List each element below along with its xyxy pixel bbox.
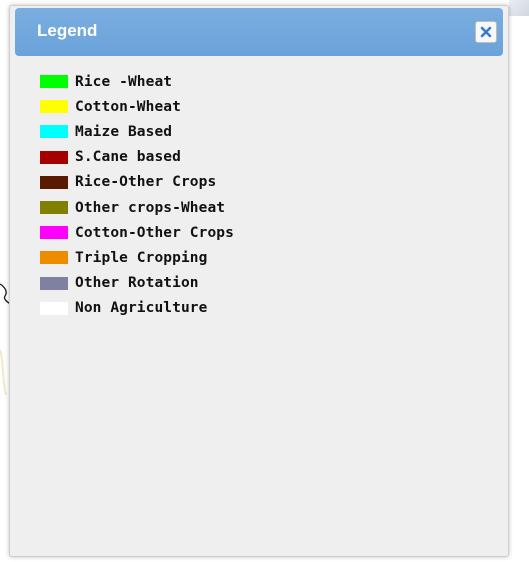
legend-label: Triple Cropping — [75, 249, 208, 266]
legend-swatch — [40, 175, 68, 189]
legend-list: Rice -Wheat Cotton-Wheat Maize Based S.Cane… — [40, 69, 234, 321]
legend-item: Cotton-Other Crops — [40, 220, 234, 245]
close-button[interactable] — [475, 21, 497, 43]
legend-swatch — [40, 75, 68, 89]
legend-swatch — [40, 201, 68, 215]
legend-swatch — [40, 276, 68, 290]
legend-swatch — [40, 125, 68, 139]
legend-swatch — [40, 150, 68, 164]
legend-label: S.Cane based — [75, 149, 181, 166]
legend-item: Other Rotation — [40, 271, 234, 296]
legend-item: Triple Cropping — [40, 245, 234, 270]
legend-label: Rice -Wheat — [75, 73, 173, 90]
legend-item: Rice -Wheat — [40, 69, 234, 94]
legend-label: Cotton-Other Crops — [75, 224, 234, 241]
legend-swatch — [40, 301, 68, 315]
legend-item: Rice-Other Crops — [40, 170, 234, 195]
legend-label: Maize Based — [75, 123, 173, 140]
title-bar: Legend — [15, 8, 503, 56]
legend-swatch — [40, 226, 68, 240]
legend-item: S.Cane based — [40, 145, 234, 170]
legend-swatch — [40, 251, 68, 265]
legend-window: Legend Rice -Wheat Cotton-Wheat Maize Base… — [9, 5, 509, 557]
legend-label: Other Rotation — [75, 275, 199, 292]
legend-item: Cotton-Wheat — [40, 94, 234, 119]
map-corner-fragment — [509, 0, 529, 16]
legend-label: Other crops-Wheat — [75, 199, 226, 216]
legend-label: Non Agriculture — [75, 300, 208, 317]
legend-item: Other crops-Wheat — [40, 195, 234, 220]
legend-swatch — [40, 100, 68, 114]
legend-label: Cotton-Wheat — [75, 98, 181, 115]
legend-label: Rice-Other Crops — [75, 174, 217, 191]
legend-item: Non Agriculture — [40, 296, 234, 321]
close-icon — [480, 26, 492, 38]
window-title: Legend — [37, 21, 98, 40]
legend-item: Maize Based — [40, 119, 234, 144]
